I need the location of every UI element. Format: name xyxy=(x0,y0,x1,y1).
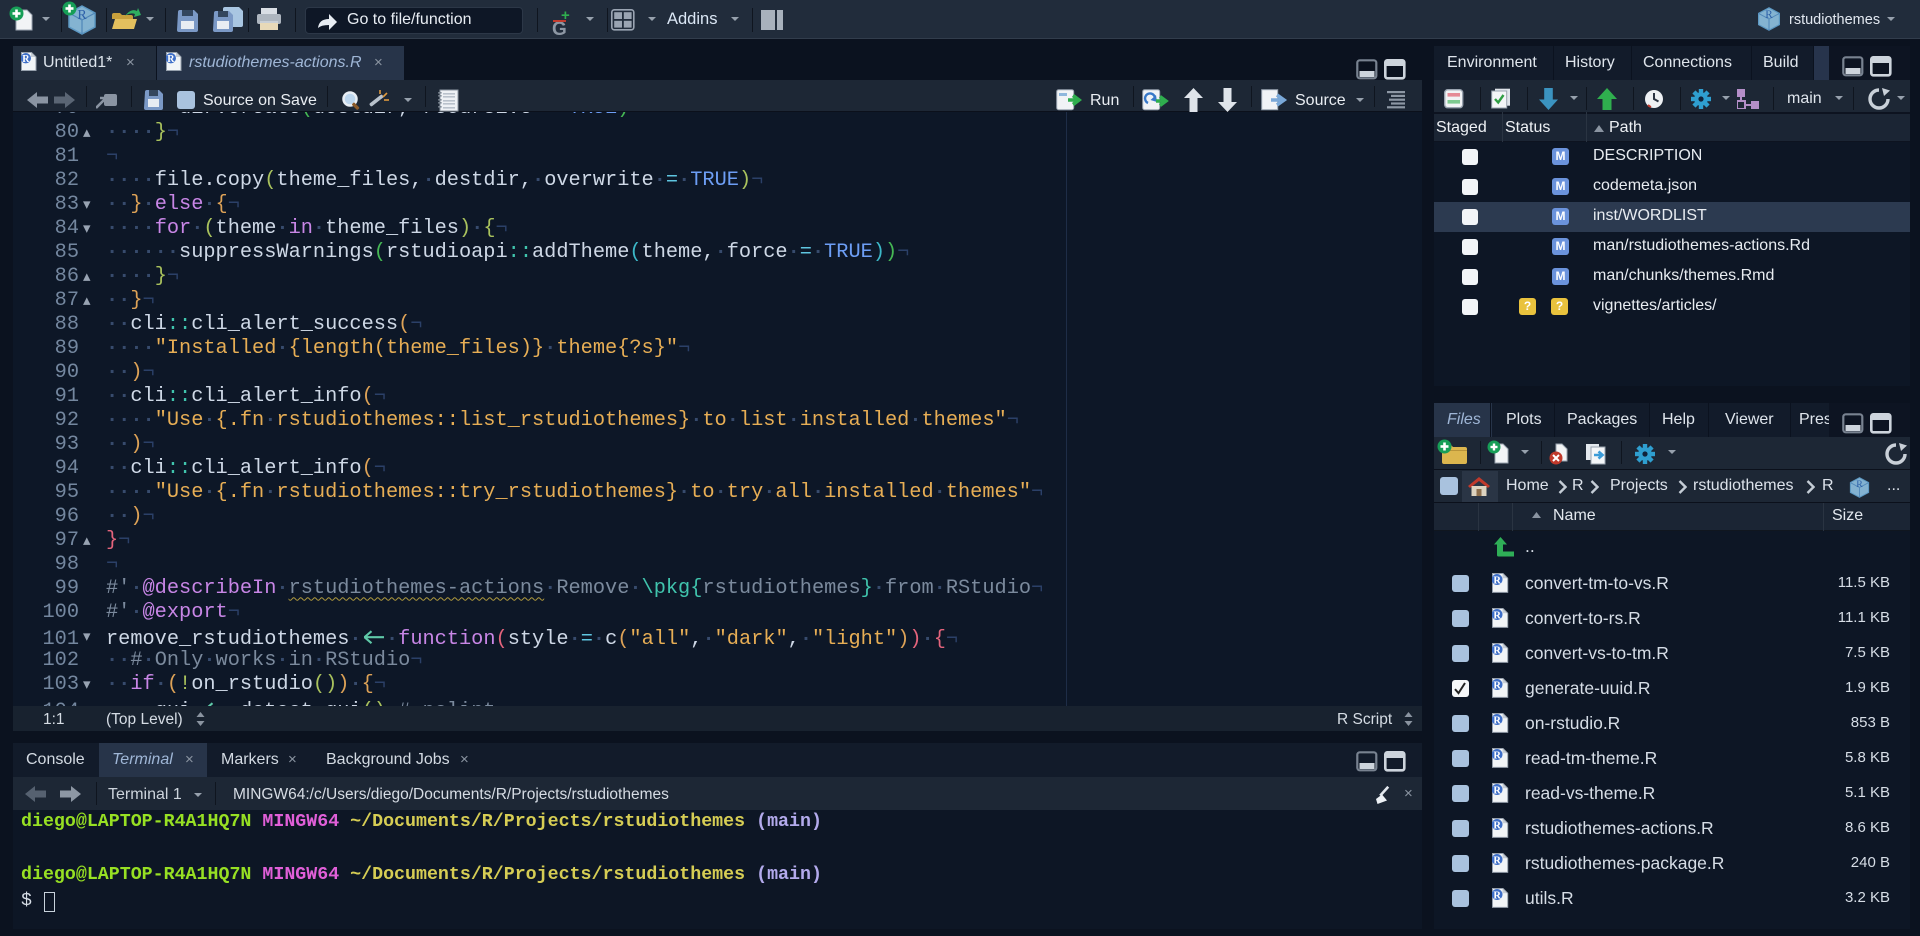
svg-text:R: R xyxy=(1493,680,1501,691)
svg-text:R: R xyxy=(77,8,87,23)
svg-text:R: R xyxy=(1493,855,1501,866)
svg-text:R: R xyxy=(1765,9,1773,21)
svg-text:R: R xyxy=(1493,645,1501,656)
svg-text:R: R xyxy=(1493,715,1501,726)
svg-text:R: R xyxy=(22,54,30,65)
svg-text:R: R xyxy=(1493,610,1501,621)
svg-text:R: R xyxy=(1856,479,1863,490)
svg-text:R: R xyxy=(1493,575,1501,586)
svg-text:R: R xyxy=(1493,785,1501,796)
svg-text:R: R xyxy=(1493,750,1501,761)
svg-text:R: R xyxy=(167,54,175,65)
svg-text:R: R xyxy=(1493,890,1501,901)
svg-text:R: R xyxy=(1493,820,1501,831)
